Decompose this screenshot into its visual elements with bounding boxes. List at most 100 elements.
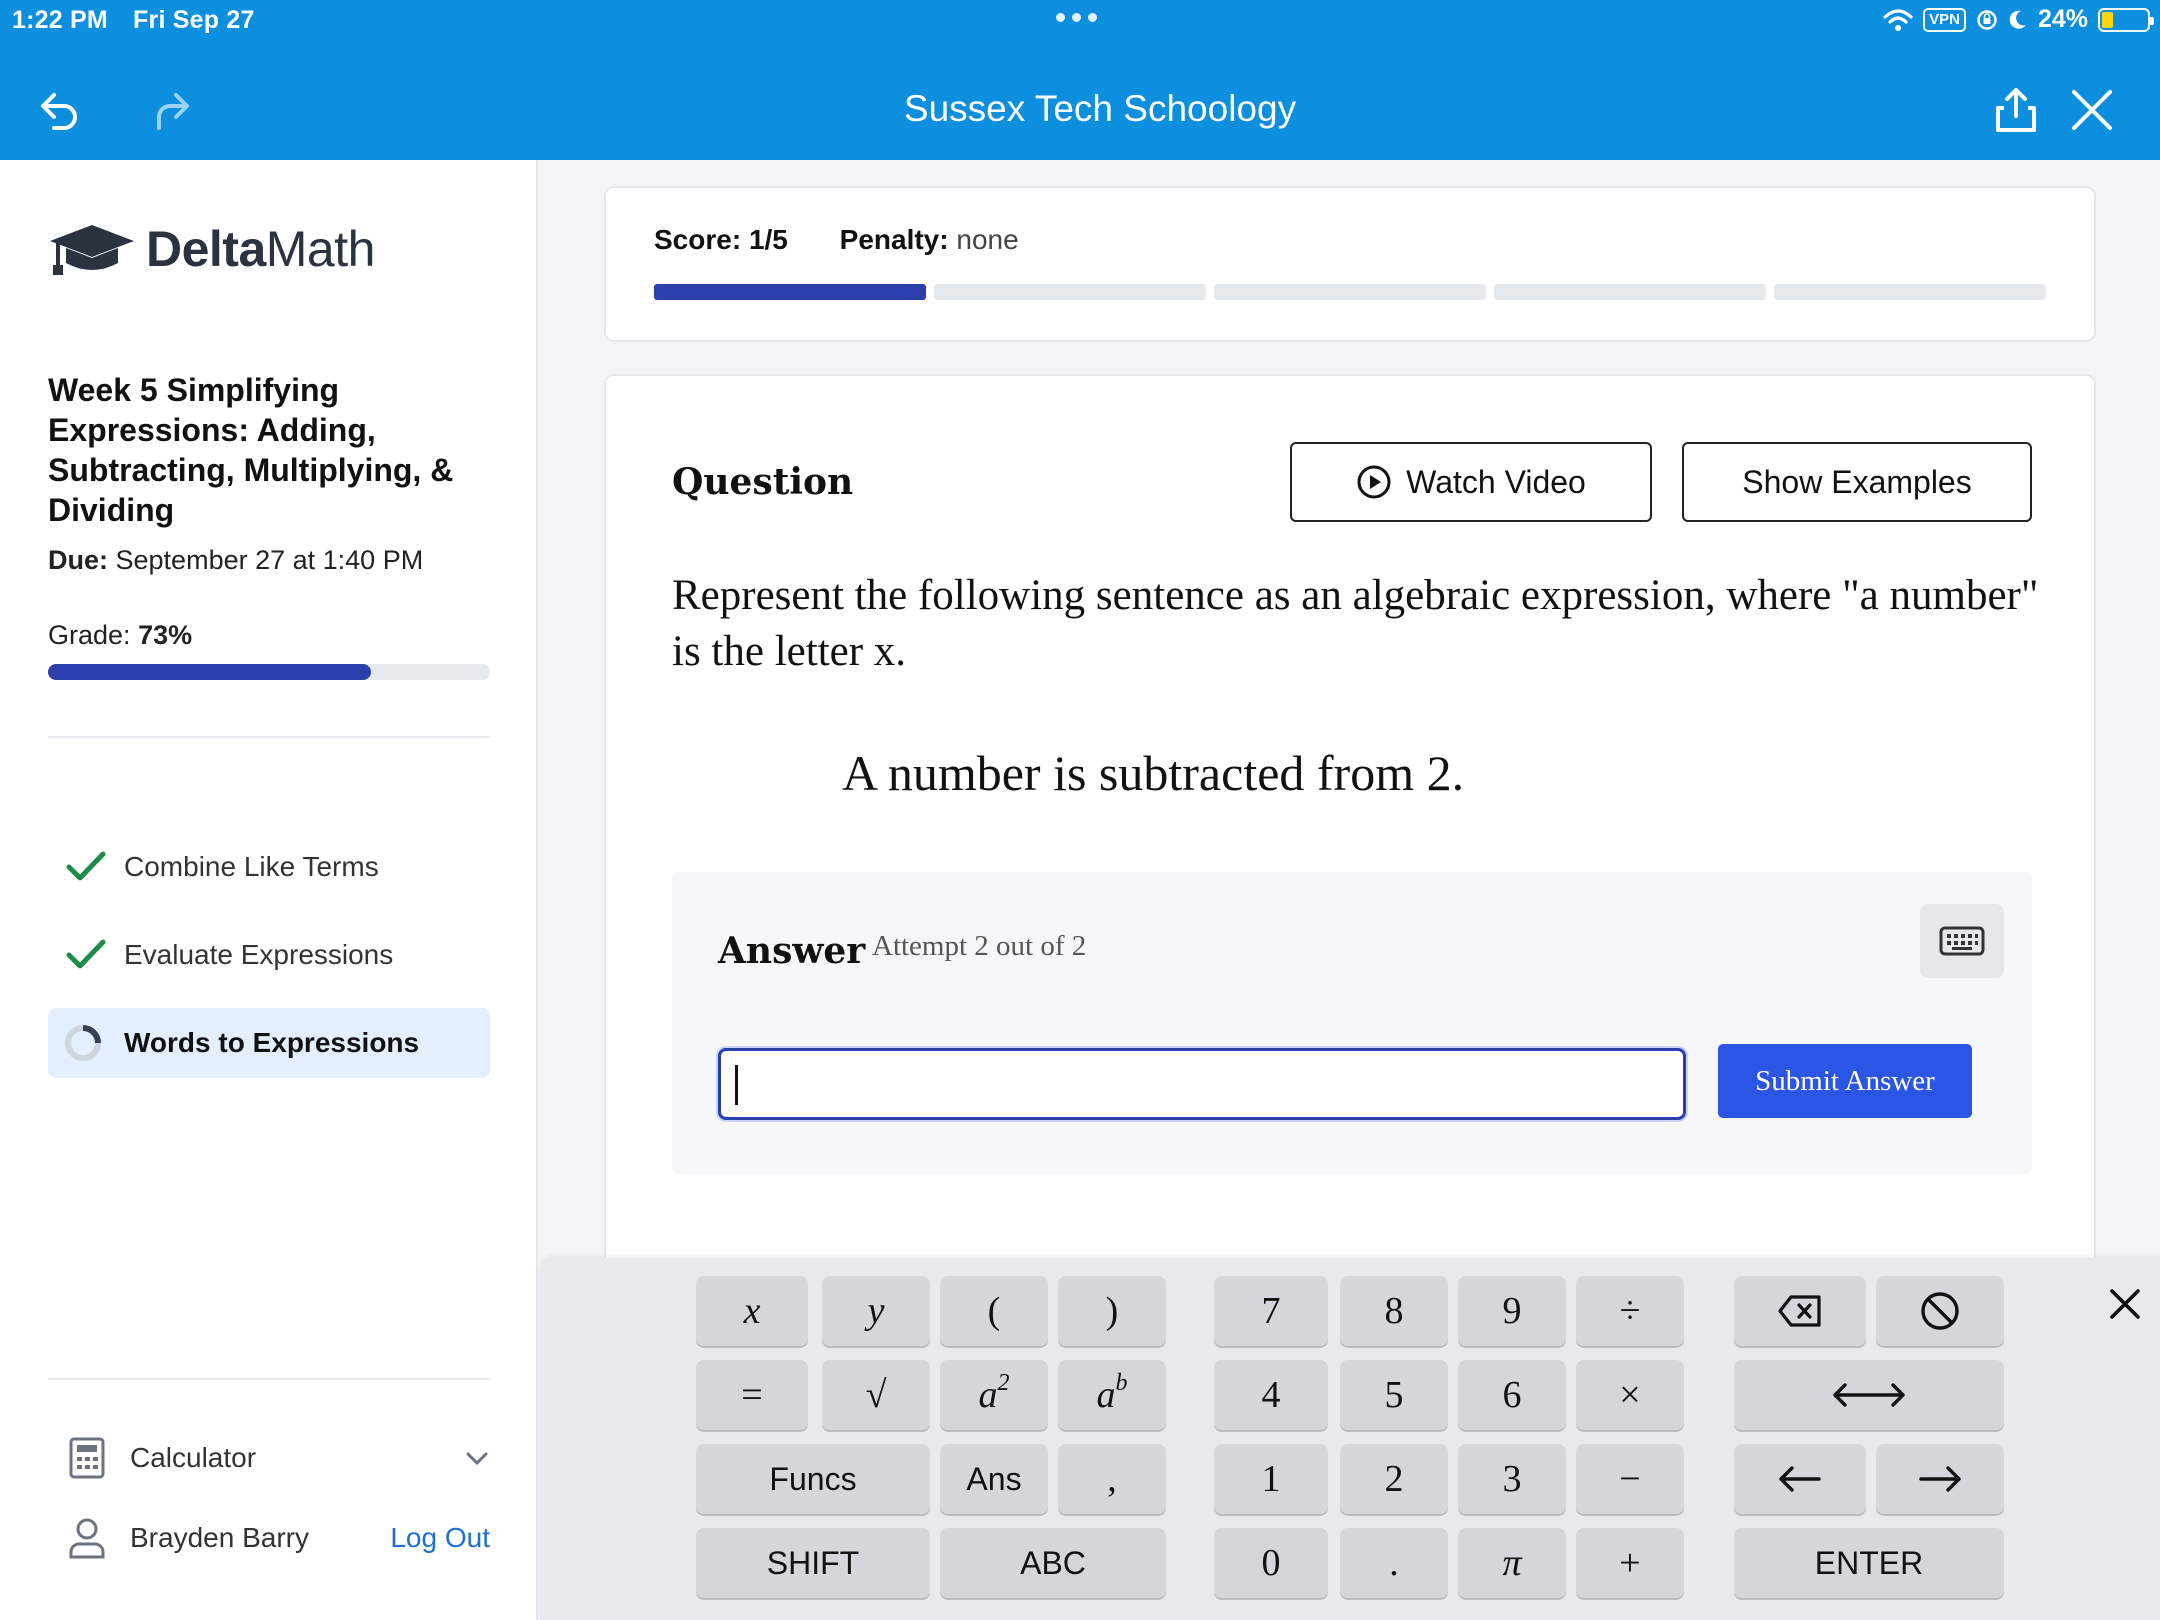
- key-minus[interactable]: −: [1576, 1444, 1684, 1514]
- user-icon: [69, 1518, 105, 1559]
- assignment-title: Week 5 Simplifying Expressions: Adding, …: [48, 372, 454, 528]
- answer-input[interactable]: [718, 1048, 1686, 1120]
- key-enter[interactable]: ENTER: [1734, 1528, 2004, 1598]
- key-7[interactable]: 7: [1214, 1276, 1328, 1346]
- close-icon[interactable]: [2066, 84, 2118, 136]
- key-left-arrow[interactable]: [1734, 1444, 1866, 1514]
- checkmark-icon: [66, 851, 106, 881]
- checkmark-icon: [66, 939, 106, 969]
- key-clear[interactable]: [1876, 1276, 2004, 1346]
- due-label: Due:: [48, 545, 108, 575]
- answer-label: Answer: [718, 930, 866, 972]
- key-decimal[interactable]: .: [1340, 1528, 1448, 1598]
- key-divide[interactable]: ÷: [1576, 1276, 1684, 1346]
- rotation-lock-icon: [1977, 9, 1997, 30]
- sidebar-item-evaluate-expressions[interactable]: Evaluate Expressions: [48, 920, 490, 990]
- calculator-icon: [69, 1437, 105, 1479]
- key-2[interactable]: 2: [1340, 1444, 1448, 1514]
- deltamath-logo[interactable]: DeltaMath: [48, 220, 375, 278]
- backspace-icon: [1778, 1295, 1821, 1327]
- skill-label: Combine Like Terms: [124, 851, 379, 882]
- status-time: 1:22 PM: [12, 6, 108, 34]
- show-examples-button[interactable]: Show Examples: [1682, 442, 2032, 522]
- key-multiply[interactable]: ×: [1576, 1360, 1684, 1430]
- top-bar: 1:22 PM Fri Sep 27 VPN 24% Sussex Tech S…: [0, 0, 2160, 160]
- text-caret: [735, 1065, 738, 1105]
- score-card: Score: 1/5 Penalty: none: [604, 186, 2096, 342]
- key-square-base: a: [978, 1374, 998, 1416]
- status-bar-right: VPN 24%: [1883, 5, 2154, 34]
- math-keypad: x y ( ) 7 8 9 ÷ = √ a2 ab 4 5 6 × Funcs …: [540, 1258, 2160, 1620]
- due-date: Due: September 27 at 1:40 PM: [48, 545, 423, 576]
- share-icon[interactable]: [1990, 84, 2042, 136]
- graduation-cap-icon: [50, 225, 134, 275]
- key-6[interactable]: 6: [1458, 1360, 1566, 1430]
- in-progress-icon: [65, 1025, 101, 1061]
- battery-icon: [2098, 7, 2154, 32]
- key-equals[interactable]: =: [696, 1360, 808, 1430]
- sidebar-item-combine-like-terms[interactable]: Combine Like Terms: [48, 832, 490, 902]
- key-x[interactable]: x: [696, 1276, 808, 1346]
- grade: Grade: 73%: [48, 620, 192, 651]
- question-heading: Question: [672, 461, 854, 503]
- key-shift[interactable]: SHIFT: [696, 1528, 930, 1598]
- key-pi[interactable]: π: [1458, 1528, 1566, 1598]
- chevron-down-icon[interactable]: [464, 1449, 490, 1467]
- key-1[interactable]: 1: [1214, 1444, 1328, 1514]
- clear-icon: [1921, 1292, 1959, 1330]
- submit-answer-button[interactable]: Submit Answer: [1718, 1044, 1972, 1118]
- keyboard-icon: [1939, 926, 1985, 956]
- double-arrow-icon: [1833, 1383, 1905, 1407]
- key-power[interactable]: ab: [1058, 1360, 1166, 1430]
- sidebar-item-words-to-expressions[interactable]: Words to Expressions: [48, 1008, 490, 1078]
- logo-text-bold: Delta: [146, 221, 266, 277]
- key-backspace[interactable]: [1734, 1276, 1866, 1346]
- key-funcs[interactable]: Funcs: [696, 1444, 930, 1514]
- keyboard-toggle-button[interactable]: [1920, 904, 2004, 978]
- key-right-arrow[interactable]: [1876, 1444, 2004, 1514]
- left-arrow-icon: [1779, 1466, 1821, 1492]
- key-plus[interactable]: +: [1576, 1528, 1684, 1598]
- key-square-exp: 2: [997, 1369, 1010, 1396]
- multitasking-dots[interactable]: [1056, 13, 1097, 22]
- key-0[interactable]: 0: [1214, 1528, 1328, 1598]
- key-abc[interactable]: ABC: [940, 1528, 1166, 1598]
- key-3[interactable]: 3: [1458, 1444, 1566, 1514]
- score-progress-segment: [1214, 284, 1486, 300]
- vpn-badge: VPN: [1923, 7, 1966, 32]
- key-8[interactable]: 8: [1340, 1276, 1448, 1346]
- key-close-paren[interactable]: ): [1058, 1276, 1166, 1346]
- grade-label: Grade:: [48, 620, 131, 650]
- user-name: Brayden Barry: [130, 1522, 309, 1553]
- right-arrow-icon: [1919, 1466, 1961, 1492]
- key-y[interactable]: y: [822, 1276, 930, 1346]
- key-open-paren[interactable]: (: [940, 1276, 1048, 1346]
- key-9[interactable]: 9: [1458, 1276, 1566, 1346]
- penalty-label: Penalty:: [839, 224, 949, 255]
- penalty-value: none: [956, 224, 1019, 255]
- calculator-label: Calculator: [130, 1442, 257, 1473]
- show-examples-label: Show Examples: [1742, 463, 1972, 500]
- key-square[interactable]: a2: [940, 1360, 1048, 1430]
- watch-video-button[interactable]: Watch Video: [1290, 442, 1652, 522]
- grade-progress-bar: [48, 664, 490, 680]
- question-sentence: A number is subtracted from 2.: [842, 745, 1465, 801]
- logout-link[interactable]: Log Out: [390, 1522, 490, 1554]
- watch-video-label: Watch Video: [1406, 463, 1586, 500]
- skill-label: Words to Expressions: [124, 1027, 420, 1058]
- sidebar: DeltaMath Week 5 Simplifying Expressions…: [0, 160, 538, 1620]
- question-prompt: Represent the following sentence as an a…: [672, 572, 2039, 675]
- key-move-both[interactable]: [1734, 1360, 2004, 1430]
- close-keypad-icon[interactable]: [2105, 1284, 2145, 1324]
- sidebar-divider: [48, 1378, 490, 1380]
- key-4[interactable]: 4: [1214, 1360, 1328, 1430]
- key-comma[interactable]: ,: [1058, 1444, 1166, 1514]
- key-5[interactable]: 5: [1340, 1360, 1448, 1430]
- key-sqrt[interactable]: √: [822, 1360, 930, 1430]
- calculator-dropdown[interactable]: Calculator: [68, 1436, 490, 1480]
- score-value: 1/5: [748, 224, 788, 255]
- logo-text-light: Math: [265, 221, 376, 277]
- key-ans[interactable]: Ans: [940, 1444, 1048, 1514]
- status-date: Fri Sep 27: [133, 6, 255, 34]
- score-progress-bar: [654, 284, 2046, 300]
